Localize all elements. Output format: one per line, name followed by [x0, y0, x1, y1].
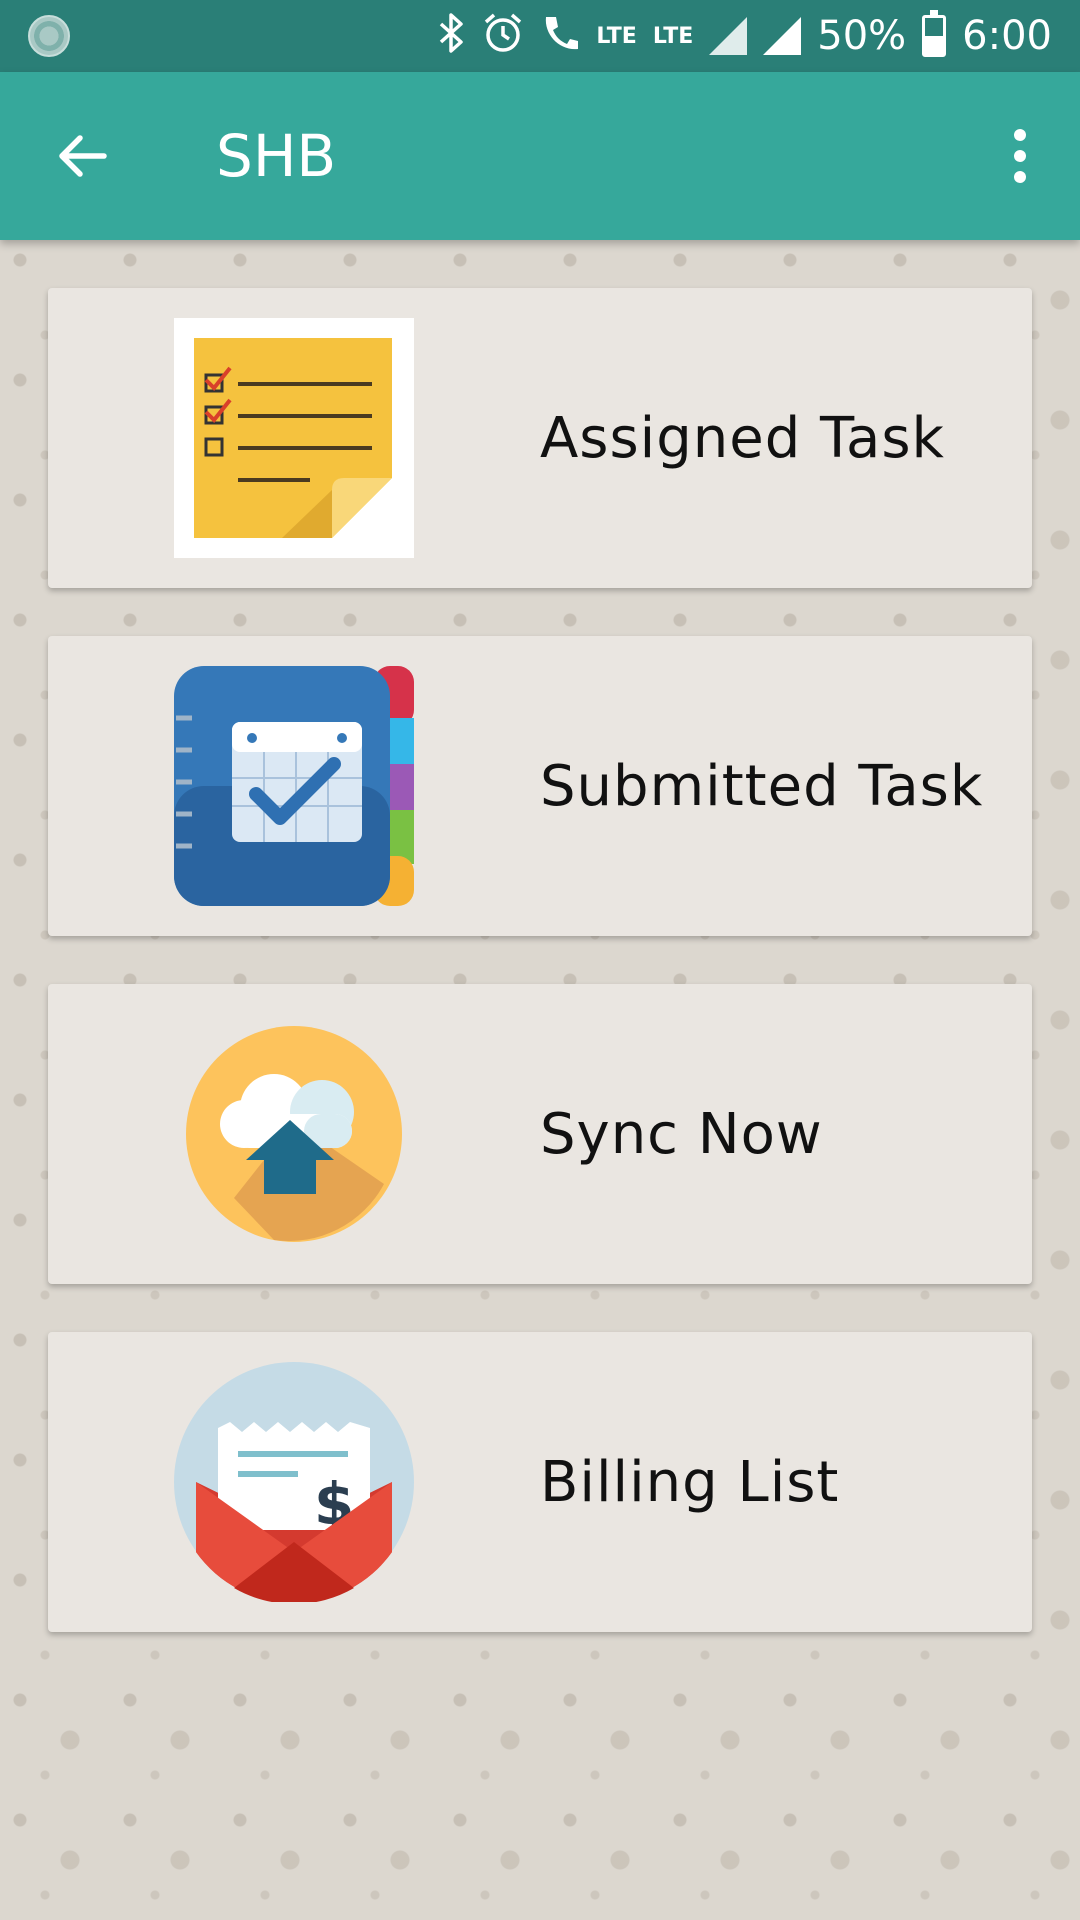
- task-list-icon: [174, 318, 414, 558]
- more-vert-icon: [1014, 129, 1026, 183]
- back-button[interactable]: [0, 72, 170, 240]
- signal-icon-1: [709, 17, 748, 55]
- arrow-left-icon: [59, 135, 107, 177]
- status-right: LTE LTE 50% 6:00: [436, 10, 1052, 60]
- billing-list-label: Billing List: [540, 1449, 840, 1515]
- sync-now-label: Sync Now: [540, 1101, 823, 1167]
- submitted-task-card[interactable]: Submitted Task: [48, 636, 1032, 936]
- clock: 6:00: [962, 13, 1052, 59]
- status-bar: LTE LTE 50% 6:00: [0, 0, 1080, 72]
- submitted-task-label: Submitted Task: [540, 753, 984, 819]
- bluetooth-icon: [436, 13, 466, 59]
- assigned-task-label: Assigned Task: [540, 405, 945, 471]
- app-bar: SHB: [0, 72, 1080, 240]
- alarm-icon: [482, 12, 524, 60]
- lte-label-1: LTE: [596, 23, 637, 49]
- calendar-check-icon: [174, 666, 414, 906]
- sync-now-card[interactable]: Sync Now: [48, 984, 1032, 1284]
- page-title: SHB: [216, 122, 337, 190]
- signal-icon-2: [763, 17, 802, 55]
- cloud-upload-icon: [174, 1014, 414, 1254]
- overflow-menu-button[interactable]: [960, 72, 1080, 240]
- status-left: [28, 15, 436, 57]
- bill-envelope-icon: $: [174, 1362, 414, 1602]
- assigned-task-card[interactable]: Assigned Task: [48, 288, 1032, 588]
- billing-list-card[interactable]: $ Billing List: [48, 1332, 1032, 1632]
- battery-icon: [922, 10, 947, 57]
- lte-label-2: LTE: [652, 23, 694, 49]
- notification-icon: [28, 15, 70, 57]
- call-lte-icon: [540, 13, 580, 59]
- menu-card-list: Assigned Task Submitted Task Sync Now $ …: [48, 288, 1032, 1680]
- battery-percent: 50%: [817, 13, 907, 59]
